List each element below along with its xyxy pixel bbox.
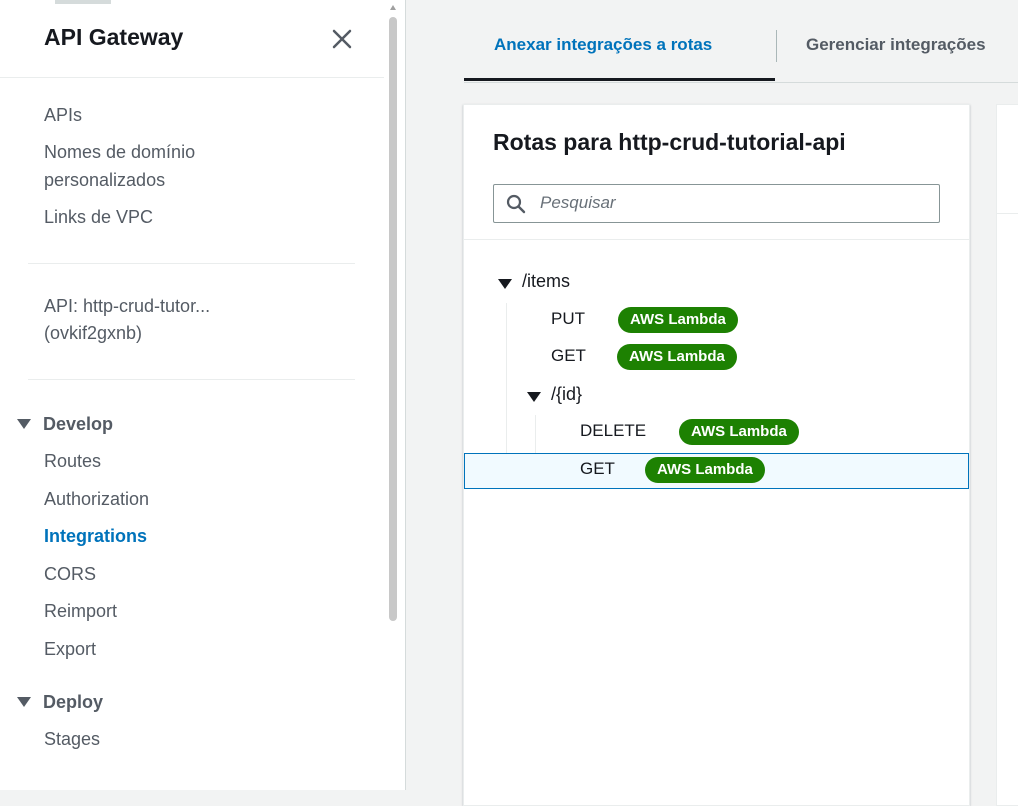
resource-path: /{id} [551, 384, 583, 404]
route-search-box [493, 184, 940, 223]
route-method: DELETE [580, 421, 647, 440]
nav-export[interactable]: Export [44, 635, 96, 663]
nav-vpc-links[interactable]: Links de VPC [44, 203, 153, 231]
caret-down-icon [17, 419, 31, 429]
nav-reimport[interactable]: Reimport [44, 597, 117, 625]
caret-down-icon [498, 279, 512, 289]
tree-route-delete-id[interactable]: DELETE AWS Lambda [464, 415, 969, 451]
integration-badge: AWS Lambda [679, 419, 799, 445]
resource-path: /items [522, 271, 571, 291]
section-deploy[interactable]: Deploy [16, 690, 103, 714]
route-search-input[interactable] [540, 188, 925, 218]
tree-route-get-items[interactable]: GET AWS Lambda [464, 340, 969, 376]
integration-badge: AWS Lambda [617, 344, 737, 370]
nav-cors[interactable]: CORS [44, 560, 96, 588]
nav-api-id[interactable]: (ovkif2gxnb) [44, 319, 142, 347]
sidebar-title: API Gateway [44, 24, 184, 50]
tab-separator [776, 30, 777, 62]
routes-panel: Rotas para http-crud-tutorial-api /items… [463, 104, 970, 806]
close-sidebar-button[interactable] [329, 26, 355, 52]
main-content: Anexar integrações a rotas Gerenciar int… [406, 0, 1018, 806]
search-icon [506, 194, 526, 214]
scroll-up-arrow-icon[interactable] [389, 4, 397, 12]
caret-down-icon [527, 392, 541, 402]
panel-divider [997, 213, 1018, 214]
integration-badge: AWS Lambda [618, 307, 738, 333]
sidebar-header: API Gateway [0, 0, 384, 78]
nav-stages[interactable]: Stages [44, 725, 100, 753]
sidebar: API Gateway APIs Nomes de domínio person… [0, 0, 406, 790]
tree-resource-items[interactable]: /items [464, 265, 969, 301]
tree-route-put-items[interactable]: PUT AWS Lambda [464, 303, 969, 339]
nav-integrations[interactable]: Integrations [44, 522, 147, 550]
routes-panel-header: Rotas para http-crud-tutorial-api [464, 105, 969, 240]
close-icon [332, 29, 352, 49]
route-method: PUT [551, 309, 585, 328]
route-method: GET [551, 346, 586, 365]
sidebar-divider [28, 263, 355, 264]
active-tab-indicator [464, 78, 775, 81]
nav-routes[interactable]: Routes [44, 447, 101, 475]
sidebar-scrollbar-thumb[interactable] [389, 17, 397, 621]
section-deploy-label: Deploy [43, 691, 104, 712]
integration-details-panel [996, 104, 1018, 806]
section-develop-label: Develop [43, 413, 114, 434]
nav-apis[interactable]: APIs [44, 101, 82, 129]
section-develop[interactable]: Develop [16, 412, 113, 436]
tab-bar: Anexar integrações a rotas Gerenciar int… [464, 0, 1018, 83]
nav-custom-domains[interactable]: Nomes de domínio personalizados [44, 138, 274, 194]
integration-badge: AWS Lambda [645, 457, 765, 483]
nav-authorization[interactable]: Authorization [44, 485, 149, 513]
routes-panel-title: Rotas para http-crud-tutorial-api [493, 129, 846, 155]
tab-manage-integrations[interactable]: Gerenciar integrações [806, 35, 986, 55]
tree-route-get-id[interactable]: GET AWS Lambda [464, 453, 969, 489]
route-method: GET [580, 459, 615, 478]
tab-attach-integrations[interactable]: Anexar integrações a rotas [494, 35, 712, 55]
caret-down-icon [17, 697, 31, 707]
nav-api-name[interactable]: API: http-crud-tutor... [44, 292, 210, 320]
tree-resource-id[interactable]: /{id} [464, 378, 969, 414]
sidebar-divider [28, 379, 355, 380]
